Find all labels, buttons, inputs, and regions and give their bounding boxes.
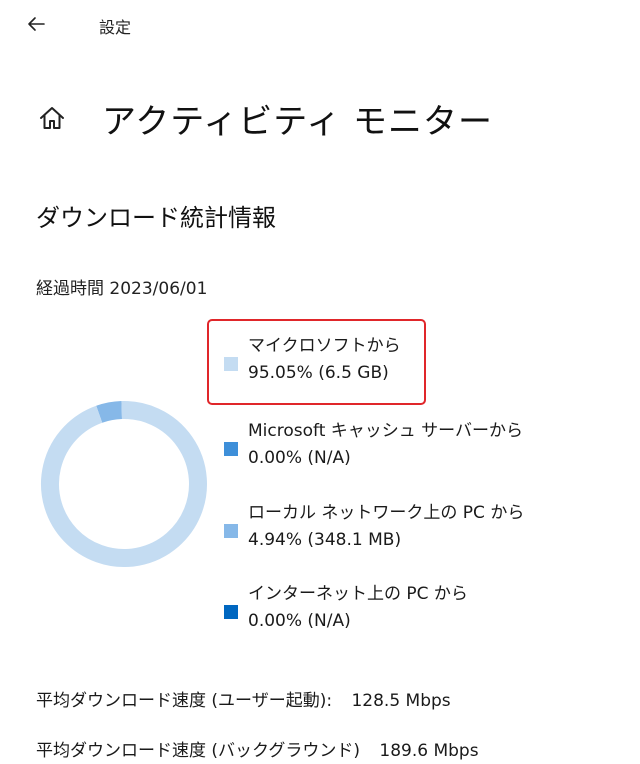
avg-speed-user: 平均ダウンロード速度 (ユーザー起動): 128.5 Mbps <box>36 686 451 711</box>
legend-swatch-ms-cache <box>224 442 238 456</box>
download-donut-chart <box>41 401 207 567</box>
legend-swatch-internet-pc <box>224 605 238 619</box>
page-title: アクティビティ モニター <box>102 101 494 142</box>
title-bar: 設定 <box>0 0 640 52</box>
legend-label: インターネット上の PC から <box>248 584 468 604</box>
legend-item-ms-cache: Microsoft キャッシュ サーバーから 0.00% (N/A) <box>224 418 523 472</box>
section-title: ダウンロード統計情報 <box>36 204 276 232</box>
legend-item-lan-pc: ローカル ネットワーク上の PC から 4.94% (348.1 MB) <box>224 500 524 554</box>
legend-value: 0.00% (N/A) <box>248 611 351 631</box>
legend-item-internet-pc: インターネット上の PC から 0.00% (N/A) <box>224 581 468 635</box>
legend-swatch-lan-pc <box>224 524 238 538</box>
legend-swatch-microsoft <box>224 357 238 371</box>
legend-value: 4.94% (348.1 MB) <box>248 530 402 550</box>
donut-slice-microsoft <box>41 401 207 567</box>
back-arrow-icon <box>28 17 45 31</box>
legend-label: マイクロソフトから <box>248 336 401 356</box>
stat-label: 平均ダウンロード速度 (ユーザー起動): <box>36 691 333 711</box>
home-icon[interactable] <box>34 100 70 136</box>
stat-value: 189.6 Mbps <box>379 741 479 761</box>
legend-value: 95.05% (6.5 GB) <box>248 363 389 383</box>
legend-value: 0.00% (N/A) <box>248 448 351 468</box>
legend-label: Microsoft キャッシュ サーバーから <box>248 421 524 441</box>
stat-value: 128.5 Mbps <box>351 691 451 711</box>
window-title: 設定 <box>99 18 132 37</box>
elapsed-time: 経過時間 2023/06/01 <box>36 279 208 299</box>
stat-label: 平均ダウンロード速度 (バックグラウンド) <box>36 741 360 761</box>
legend-label: ローカル ネットワーク上の PC から <box>248 503 525 523</box>
legend-item-microsoft: マイクロソフトから 95.05% (6.5 GB) <box>224 333 401 387</box>
avg-speed-background: 平均ダウンロード速度 (バックグラウンド) 189.6 Mbps <box>36 736 479 761</box>
page-header: アクティビティ モニター <box>34 88 493 148</box>
donut-slice-lan-pc <box>96 401 123 423</box>
back-button[interactable] <box>18 8 54 40</box>
